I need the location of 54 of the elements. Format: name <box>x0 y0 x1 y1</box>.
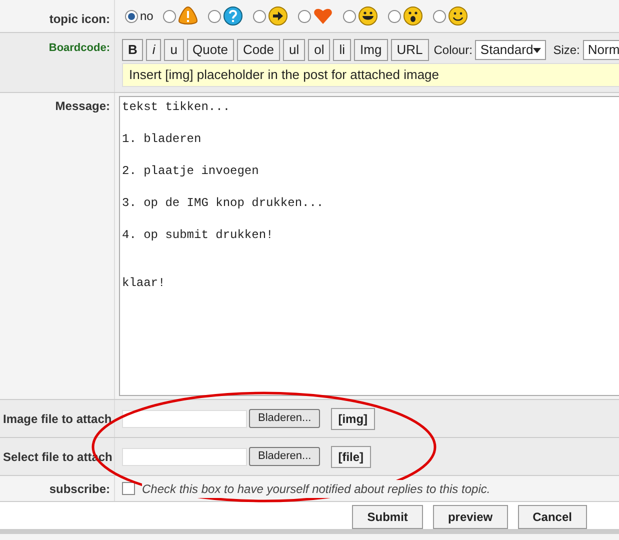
radio-button[interactable] <box>163 10 176 22</box>
field-label: Image file to attach <box>3 410 112 428</box>
field-label: topic icon: <box>49 12 110 26</box>
question-icon <box>223 6 244 26</box>
format-button[interactable]: Code <box>236 39 280 61</box>
message-line: 1. bladeren <box>122 132 202 146</box>
file-path-field[interactable] <box>122 448 247 466</box>
browse-button[interactable]: Bladeren... <box>249 409 320 428</box>
format-button[interactable]: Quote <box>186 39 234 61</box>
surprised-face-icon <box>403 6 424 26</box>
field-label: Message: <box>55 99 110 113</box>
format-button[interactable]: i <box>146 39 162 61</box>
field-label: subscribe: <box>49 480 110 498</box>
colour-label: Colour: <box>434 42 472 59</box>
format-button[interactable]: URL <box>390 39 429 61</box>
size-label: Size: <box>553 42 580 59</box>
message-textarea[interactable]: tekst tikken... 1. bladeren 2. plaatje invoegen 3. op de IMG knop drukken... 4. op submit drukken! klaar! <box>119 96 619 396</box>
subscribe-checkbox[interactable] <box>122 482 135 495</box>
form-button[interactable]: preview <box>432 505 508 529</box>
grinning-face-icon <box>358 6 378 26</box>
message-line: tekst tikken... <box>122 100 230 114</box>
radio-button[interactable] <box>208 10 222 22</box>
insert-tag-button[interactable]: [img] <box>331 408 375 430</box>
format-button[interactable]: Img <box>354 39 388 61</box>
radio-button[interactable] <box>388 10 402 22</box>
message-line: 3. op de IMG knop drukken... <box>122 196 324 210</box>
smiley-face-icon <box>448 6 468 26</box>
message-line: 4. op submit drukken! <box>122 228 274 242</box>
caret-icon <box>533 48 542 52</box>
warning-icon <box>178 6 198 26</box>
format-button[interactable]: li <box>333 39 352 61</box>
option-label: no <box>140 8 154 25</box>
radio-button[interactable] <box>343 10 356 22</box>
browse-button[interactable]: Bladeren... <box>249 447 320 466</box>
heart-icon <box>313 6 334 26</box>
help-hint: Insert [img] placeholder in the post for attached image <box>129 66 440 84</box>
field-label: Boardcode: <box>48 42 110 54</box>
format-button[interactable]: u <box>164 39 184 61</box>
format-button[interactable]: ol <box>308 39 330 61</box>
size-dropdown[interactable]: Norm <box>582 40 619 60</box>
format-button[interactable]: ul <box>283 39 306 61</box>
file-path-field[interactable] <box>122 410 247 428</box>
radio-button[interactable] <box>253 10 266 22</box>
format-button[interactable]: B <box>122 39 144 61</box>
colour-dropdown[interactable]: Standard <box>475 40 546 60</box>
subscribe-text: Check this box to have yourself notified about replies to this topic. <box>142 480 490 498</box>
form-button[interactable]: Submit <box>352 505 423 529</box>
radio-button[interactable] <box>433 10 446 22</box>
form-button[interactable]: Cancel <box>518 505 587 529</box>
message-line: klaar! <box>122 276 166 290</box>
radio-button[interactable] <box>125 10 138 22</box>
message-line: 2. plaatje invoegen <box>122 164 259 178</box>
insert-tag-button[interactable]: [file] <box>331 446 371 468</box>
radio-button[interactable] <box>298 10 312 22</box>
